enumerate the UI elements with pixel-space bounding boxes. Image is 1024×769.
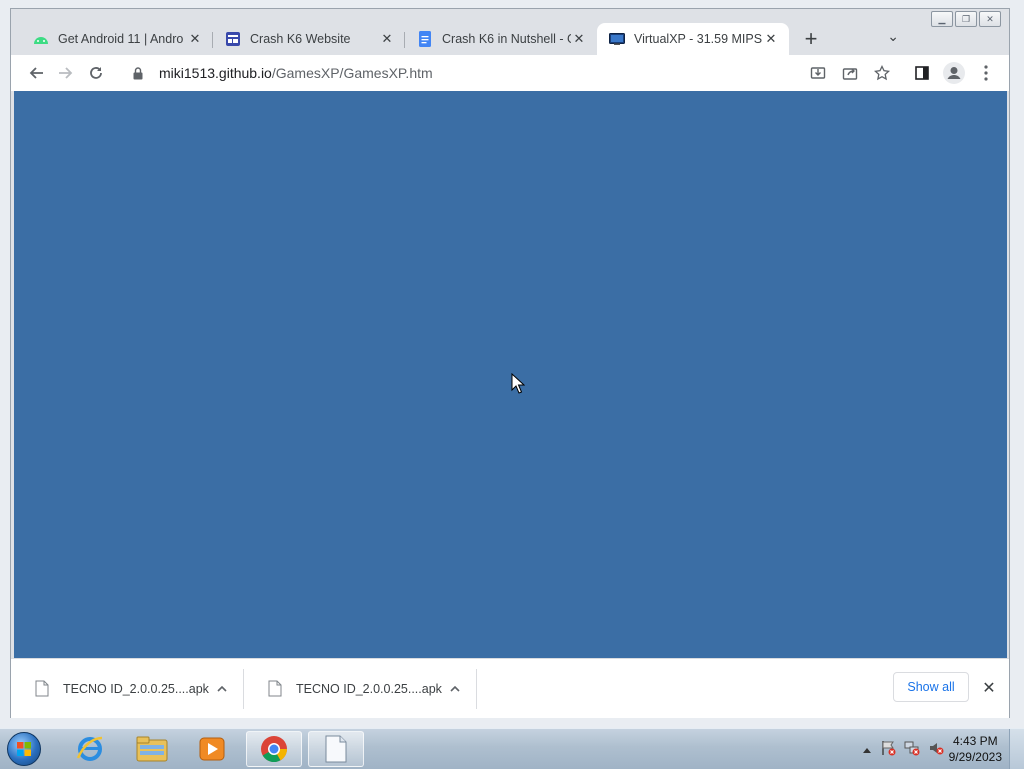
download-shelf: TECNO ID_2.0.0.25....apk TECNO ID_2.0.0.…	[11, 658, 1009, 718]
address-bar[interactable]: miki1513.github.io/GamesXP/GamesXP.htm	[123, 58, 803, 88]
toolbar-actions	[803, 58, 1001, 88]
avatar-icon	[943, 62, 965, 84]
system-tray	[862, 729, 944, 769]
tab-crash-k6-website[interactable]: Crash K6 Website ✕	[213, 23, 405, 55]
chevron-up-icon[interactable]	[447, 685, 463, 692]
start-button[interactable]	[4, 730, 44, 768]
virtualxp-icon	[609, 31, 625, 47]
internet-explorer-icon[interactable]	[62, 731, 118, 767]
download-item[interactable]: TECNO ID_2.0.0.25....apk	[11, 659, 244, 718]
tab-virtualxp[interactable]: VirtualXP - 31.59 MIPS ✕	[597, 23, 789, 55]
tab-strip: Get Android 11 | Andro ✕ Crash K6 Websit…	[21, 21, 901, 55]
close-tab-icon[interactable]: ✕	[187, 31, 203, 47]
chevron-up-icon[interactable]	[214, 685, 230, 692]
docs-icon	[417, 31, 433, 47]
chrome-icon[interactable]	[246, 731, 302, 767]
kebab-menu-icon	[984, 65, 988, 81]
profile-button[interactable]	[939, 58, 969, 88]
divider	[476, 669, 477, 709]
show-desktop-button[interactable]	[1009, 729, 1024, 769]
tab-title: Crash K6 Website	[250, 32, 351, 46]
url-path: /GamesXP/GamesXP.htm	[271, 65, 433, 81]
show-all-downloads-button[interactable]: Show all	[893, 672, 969, 702]
tab-title: VirtualXP - 31.59 MIPS	[634, 32, 763, 46]
reload-button[interactable]	[81, 58, 111, 88]
browser-toolbar: miki1513.github.io/GamesXP/GamesXP.htm	[11, 55, 1009, 91]
close-shelf-icon[interactable]: ✕	[979, 678, 999, 698]
new-tab-button[interactable]: +	[797, 25, 825, 53]
back-button[interactable]	[21, 58, 51, 88]
windows-taskbar: 4:43 PM 9/29/2023	[0, 728, 1024, 769]
install-app-button[interactable]	[803, 58, 833, 88]
download-filename: TECNO ID_2.0.0.25....apk	[296, 681, 442, 696]
url-text: miki1513.github.io/GamesXP/GamesXP.htm	[159, 65, 433, 81]
close-window-button[interactable]: ✕	[979, 11, 1001, 27]
windows-explorer-icon[interactable]	[124, 731, 180, 767]
share-button[interactable]	[835, 58, 865, 88]
system-clock[interactable]: 4:43 PM 9/29/2023	[949, 733, 1002, 765]
download-item[interactable]: TECNO ID_2.0.0.25....apk	[244, 659, 477, 718]
forward-button[interactable]	[51, 58, 81, 88]
volume-muted-icon[interactable]	[928, 740, 944, 759]
media-player-icon[interactable]	[184, 731, 240, 767]
windows-logo-icon	[7, 732, 41, 766]
tab-title: Get Android 11 | Andro	[58, 32, 184, 46]
mouse-cursor-icon	[511, 373, 525, 394]
android-icon	[33, 31, 49, 47]
clock-date: 9/29/2023	[948, 750, 1002, 764]
url-host: miki1513.github.io	[159, 65, 272, 81]
side-panel-button[interactable]	[907, 58, 937, 88]
network-icon[interactable]	[904, 740, 920, 759]
notepad-icon[interactable]	[308, 731, 364, 767]
star-icon	[874, 65, 890, 81]
close-tab-icon[interactable]: ✕	[763, 31, 779, 47]
reload-icon	[90, 67, 102, 79]
file-icon	[35, 680, 49, 697]
file-icon	[268, 680, 282, 697]
close-tab-icon[interactable]: ✕	[379, 31, 395, 47]
show-hidden-icons-icon[interactable]	[862, 742, 872, 757]
restore-button[interactable]: ❐	[955, 11, 977, 27]
install-icon	[810, 67, 826, 79]
menu-button[interactable]	[971, 58, 1001, 88]
minimize-button[interactable]: ▁	[931, 11, 953, 27]
forward-arrow-icon	[59, 67, 73, 79]
share-icon	[842, 68, 858, 80]
tab-title: Crash K6 in Nutshell - G	[442, 32, 571, 46]
clock-time: 4:43 PM	[952, 734, 998, 748]
back-arrow-icon	[29, 67, 43, 79]
bookmark-button[interactable]	[867, 58, 897, 88]
sites-icon	[225, 31, 241, 47]
tab-search-button[interactable]: ⌄	[887, 28, 899, 45]
tab-crash-k6-nutshell[interactable]: Crash K6 in Nutshell - G ✕	[405, 23, 597, 55]
lock-icon[interactable]	[133, 66, 149, 80]
window-controls: ▁ ❐ ✕	[931, 11, 1001, 27]
tab-get-android[interactable]: Get Android 11 | Andro ✕	[21, 23, 213, 55]
browser-window: ▁ ❐ ✕ Get Android 11 | Andro ✕ Crash K6 …	[10, 8, 1010, 718]
close-tab-icon[interactable]: ✕	[571, 31, 587, 47]
action-center-flag-icon[interactable]	[880, 740, 896, 759]
side-panel-icon	[915, 66, 929, 80]
download-filename: TECNO ID_2.0.0.25....apk	[63, 681, 209, 696]
